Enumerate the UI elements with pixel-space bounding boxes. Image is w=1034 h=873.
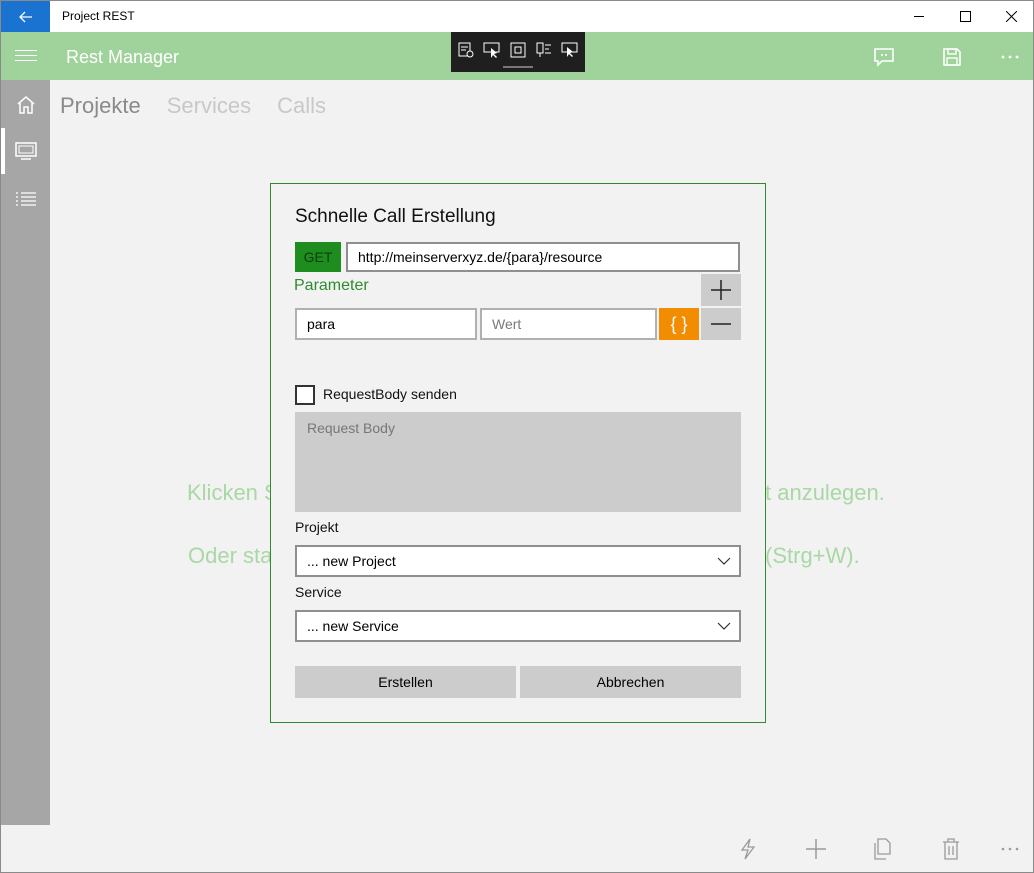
hint-line1-left: Klicken S xyxy=(187,480,279,505)
remove-parameter-button[interactable] xyxy=(701,308,741,340)
parameter-label: Parameter xyxy=(294,277,369,294)
service-label: Service xyxy=(295,584,342,600)
delete-icon[interactable] xyxy=(938,836,964,862)
plus-icon xyxy=(711,280,731,300)
monitor-icon xyxy=(14,142,37,160)
list-icon xyxy=(15,192,36,206)
chevron-down-icon xyxy=(717,622,731,630)
rail-item-list[interactable] xyxy=(1,176,50,222)
pivot-tabs: Projekte Services Calls xyxy=(60,93,326,119)
layout-adorner-icon[interactable] xyxy=(509,41,527,59)
hint-line2-left: Oder sta xyxy=(188,543,273,568)
bottom-command-bar xyxy=(1,825,1033,872)
project-selected-value: ... new Project xyxy=(307,553,396,569)
minimize-icon xyxy=(913,16,924,17)
param-name-input[interactable]: para xyxy=(295,308,477,340)
track-focus-icon[interactable] xyxy=(535,41,553,59)
hint-line2-right: (Strg+W). xyxy=(765,543,860,568)
request-body-textarea[interactable]: Request Body xyxy=(295,412,741,512)
select-element-icon[interactable] xyxy=(483,41,501,59)
quick-call-dialog: Schnelle Call Erstellung GET http://mein… xyxy=(270,183,766,723)
feedback-icon[interactable] xyxy=(866,42,902,72)
more-icon[interactable] xyxy=(992,42,1028,72)
request-body-checkbox[interactable] xyxy=(295,385,315,405)
chevron-down-icon xyxy=(717,557,731,565)
service-selected-value: ... new Service xyxy=(307,618,399,634)
param-value-input[interactable]: Wert xyxy=(480,308,657,340)
title-bar: Project REST xyxy=(1,1,1033,32)
window-title: Project REST xyxy=(62,9,135,23)
debug-toolbar xyxy=(451,32,585,72)
back-arrow-icon xyxy=(18,11,32,22)
app-title: Rest Manager xyxy=(66,47,180,67)
close-icon xyxy=(1005,11,1017,22)
url-input[interactable]: http://meinserverxyz.de/{para}/resource xyxy=(346,242,740,272)
cancel-button[interactable]: Abbrechen xyxy=(520,666,741,698)
add-parameter-button[interactable] xyxy=(701,274,741,306)
close-button[interactable] xyxy=(988,1,1034,32)
home-icon xyxy=(17,96,34,114)
app-window: Project REST Rest Manager Projekte Servi… xyxy=(0,0,1034,873)
request-body-checkbox-label: RequestBody senden xyxy=(323,386,457,402)
hamburger-icon[interactable] xyxy=(15,46,37,66)
toolbar-drag-handle[interactable] xyxy=(503,66,533,68)
hint-line1-right: t anzulegen. xyxy=(765,480,885,505)
rail-item-home[interactable] xyxy=(1,82,50,128)
maximize-button[interactable] xyxy=(942,1,988,32)
lightning-icon[interactable] xyxy=(735,836,761,862)
create-button[interactable]: Erstellen xyxy=(295,666,516,698)
display-layout-icon[interactable] xyxy=(561,41,579,59)
rail-item-projects[interactable] xyxy=(1,128,50,174)
navigation-rail xyxy=(1,80,50,825)
http-method-button[interactable]: GET xyxy=(295,242,341,272)
maximize-icon xyxy=(959,11,971,22)
add-icon[interactable] xyxy=(803,836,829,862)
insert-placeholder-button[interactable]: { } xyxy=(659,308,699,340)
minimize-button[interactable] xyxy=(896,1,942,32)
tab-calls[interactable]: Calls xyxy=(277,93,326,119)
dialog-title: Schnelle Call Erstellung xyxy=(295,206,496,227)
save-icon[interactable] xyxy=(934,42,970,72)
more-icon[interactable] xyxy=(997,836,1023,862)
back-button[interactable] xyxy=(1,1,50,32)
tab-projekte[interactable]: Projekte xyxy=(60,93,141,119)
tab-services[interactable]: Services xyxy=(167,93,251,119)
project-label: Projekt xyxy=(295,519,339,535)
project-select[interactable]: ... new Project xyxy=(295,545,741,577)
live-tree-icon[interactable] xyxy=(457,41,475,59)
copy-icon[interactable] xyxy=(870,836,896,862)
minus-icon xyxy=(711,323,731,325)
service-select[interactable]: ... new Service xyxy=(295,610,741,642)
